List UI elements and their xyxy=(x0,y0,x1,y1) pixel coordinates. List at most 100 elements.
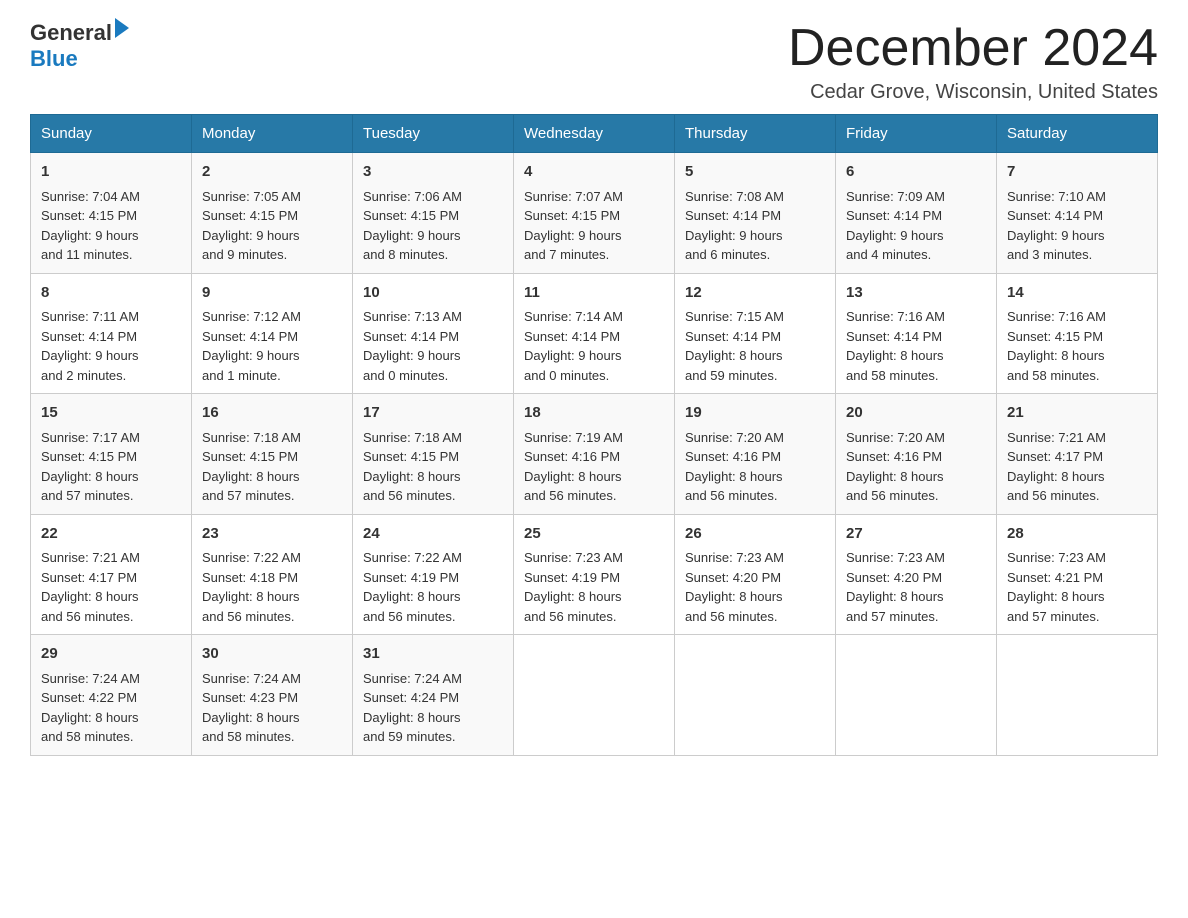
day-number: 31 xyxy=(363,643,503,666)
day-info: Sunrise: 7:19 AMSunset: 4:16 PMDaylight:… xyxy=(524,430,623,504)
calendar-cell: 30 Sunrise: 7:24 AMSunset: 4:23 PMDayligh… xyxy=(192,635,353,756)
calendar-week-row: 29 Sunrise: 7:24 AMSunset: 4:22 PMDayligh… xyxy=(31,635,1158,756)
day-info: Sunrise: 7:22 AMSunset: 4:19 PMDaylight:… xyxy=(363,550,462,624)
day-number: 25 xyxy=(524,523,664,546)
day-info: Sunrise: 7:16 AMSunset: 4:15 PMDaylight:… xyxy=(1007,309,1106,383)
calendar-cell: 23 Sunrise: 7:22 AMSunset: 4:18 PMDayligh… xyxy=(192,514,353,635)
calendar-cell: 6 Sunrise: 7:09 AMSunset: 4:14 PMDaylight… xyxy=(836,153,997,274)
calendar-cell: 5 Sunrise: 7:08 AMSunset: 4:14 PMDaylight… xyxy=(675,153,836,274)
day-number: 7 xyxy=(1007,161,1147,184)
calendar-week-row: 1Sunrise: 7:04 AMSunset: 4:15 PMDaylight… xyxy=(31,153,1158,274)
day-info: Sunrise: 7:16 AMSunset: 4:14 PMDaylight:… xyxy=(846,309,945,383)
calendar-cell: 9 Sunrise: 7:12 AMSunset: 4:14 PMDaylight… xyxy=(192,273,353,394)
day-number: 2 xyxy=(202,161,342,184)
calendar-cell: 29 Sunrise: 7:24 AMSunset: 4:22 PMDayligh… xyxy=(31,635,192,756)
day-number: 18 xyxy=(524,402,664,425)
page-header: General Blue December 2024 Cedar Grove, … xyxy=(30,20,1158,104)
day-info: Sunrise: 7:06 AMSunset: 4:15 PMDaylight:… xyxy=(363,189,462,263)
month-title: December 2024 xyxy=(788,20,1158,77)
calendar-week-row: 15Sunrise: 7:17 AMSunset: 4:15 PMDayligh… xyxy=(31,394,1158,515)
day-info: Sunrise: 7:15 AMSunset: 4:14 PMDaylight:… xyxy=(685,309,784,383)
calendar-cell xyxy=(997,635,1158,756)
day-of-week-header: Saturday xyxy=(997,115,1158,153)
calendar-cell: 4 Sunrise: 7:07 AMSunset: 4:15 PMDaylight… xyxy=(514,153,675,274)
day-number: 10 xyxy=(363,282,503,305)
day-number: 14 xyxy=(1007,282,1147,305)
day-number: 22 xyxy=(41,523,181,546)
calendar-cell: 13 Sunrise: 7:16 AMSunset: 4:14 PMDayligh… xyxy=(836,273,997,394)
day-number: 29 xyxy=(41,643,181,666)
day-number: 12 xyxy=(685,282,825,305)
day-number: 21 xyxy=(1007,402,1147,425)
calendar-cell xyxy=(836,635,997,756)
calendar-cell: 16Sunrise: 7:18 AMSunset: 4:15 PMDayligh… xyxy=(192,394,353,515)
calendar-cell: 3 Sunrise: 7:06 AMSunset: 4:15 PMDaylight… xyxy=(353,153,514,274)
day-info: Sunrise: 7:24 AMSunset: 4:24 PMDaylight:… xyxy=(363,671,462,745)
logo-text-general: General xyxy=(30,20,112,46)
logo-arrow-icon xyxy=(115,18,129,38)
calendar-cell: 1Sunrise: 7:04 AMSunset: 4:15 PMDaylight… xyxy=(31,153,192,274)
day-info: Sunrise: 7:12 AMSunset: 4:14 PMDaylight:… xyxy=(202,309,301,383)
calendar-cell: 24 Sunrise: 7:22 AMSunset: 4:19 PMDayligh… xyxy=(353,514,514,635)
calendar-header-row: SundayMondayTuesdayWednesdayThursdayFrid… xyxy=(31,115,1158,153)
logo: General Blue xyxy=(30,20,129,72)
calendar-cell: 18 Sunrise: 7:19 AMSunset: 4:16 PMDayligh… xyxy=(514,394,675,515)
day-of-week-header: Tuesday xyxy=(353,115,514,153)
day-number: 16 xyxy=(202,402,342,425)
day-info: Sunrise: 7:05 AMSunset: 4:15 PMDaylight:… xyxy=(202,189,301,263)
day-info: Sunrise: 7:10 AMSunset: 4:14 PMDaylight:… xyxy=(1007,189,1106,263)
calendar-cell: 8Sunrise: 7:11 AMSunset: 4:14 PMDaylight… xyxy=(31,273,192,394)
calendar-cell: 31 Sunrise: 7:24 AMSunset: 4:24 PMDayligh… xyxy=(353,635,514,756)
day-number: 30 xyxy=(202,643,342,666)
day-number: 13 xyxy=(846,282,986,305)
day-info: Sunrise: 7:24 AMSunset: 4:22 PMDaylight:… xyxy=(41,671,140,745)
day-info: Sunrise: 7:21 AMSunset: 4:17 PMDaylight:… xyxy=(41,550,140,624)
calendar-cell: 7 Sunrise: 7:10 AMSunset: 4:14 PMDaylight… xyxy=(997,153,1158,274)
day-number: 24 xyxy=(363,523,503,546)
day-number: 4 xyxy=(524,161,664,184)
calendar-cell: 2 Sunrise: 7:05 AMSunset: 4:15 PMDaylight… xyxy=(192,153,353,274)
day-info: Sunrise: 7:23 AMSunset: 4:20 PMDaylight:… xyxy=(846,550,945,624)
calendar-cell xyxy=(675,635,836,756)
day-info: Sunrise: 7:04 AMSunset: 4:15 PMDaylight:… xyxy=(41,189,140,263)
day-info: Sunrise: 7:09 AMSunset: 4:14 PMDaylight:… xyxy=(846,189,945,263)
calendar-table: SundayMondayTuesdayWednesdayThursdayFrid… xyxy=(30,114,1158,756)
day-number: 17 xyxy=(363,402,503,425)
calendar-cell: 20 Sunrise: 7:20 AMSunset: 4:16 PMDayligh… xyxy=(836,394,997,515)
calendar-cell: 25Sunrise: 7:23 AMSunset: 4:19 PMDayligh… xyxy=(514,514,675,635)
day-number: 23 xyxy=(202,523,342,546)
location-subtitle: Cedar Grove, Wisconsin, United States xyxy=(788,81,1158,104)
day-info: Sunrise: 7:13 AMSunset: 4:14 PMDaylight:… xyxy=(363,309,462,383)
day-info: Sunrise: 7:11 AMSunset: 4:14 PMDaylight:… xyxy=(41,309,139,383)
calendar-cell: 14 Sunrise: 7:16 AMSunset: 4:15 PMDayligh… xyxy=(997,273,1158,394)
calendar-cell: 27Sunrise: 7:23 AMSunset: 4:20 PMDayligh… xyxy=(836,514,997,635)
day-of-week-header: Sunday xyxy=(31,115,192,153)
day-number: 20 xyxy=(846,402,986,425)
day-number: 9 xyxy=(202,282,342,305)
calendar-cell: 11Sunrise: 7:14 AMSunset: 4:14 PMDayligh… xyxy=(514,273,675,394)
day-number: 5 xyxy=(685,161,825,184)
calendar-week-row: 8Sunrise: 7:11 AMSunset: 4:14 PMDaylight… xyxy=(31,273,1158,394)
calendar-cell: 22 Sunrise: 7:21 AMSunset: 4:17 PMDayligh… xyxy=(31,514,192,635)
calendar-cell: 10 Sunrise: 7:13 AMSunset: 4:14 PMDayligh… xyxy=(353,273,514,394)
day-info: Sunrise: 7:08 AMSunset: 4:14 PMDaylight:… xyxy=(685,189,784,263)
day-number: 6 xyxy=(846,161,986,184)
day-info: Sunrise: 7:24 AMSunset: 4:23 PMDaylight:… xyxy=(202,671,301,745)
day-number: 28 xyxy=(1007,523,1147,546)
day-info: Sunrise: 7:22 AMSunset: 4:18 PMDaylight:… xyxy=(202,550,301,624)
day-of-week-header: Wednesday xyxy=(514,115,675,153)
calendar-cell: 19Sunrise: 7:20 AMSunset: 4:16 PMDayligh… xyxy=(675,394,836,515)
day-info: Sunrise: 7:23 AMSunset: 4:21 PMDaylight:… xyxy=(1007,550,1106,624)
day-of-week-header: Monday xyxy=(192,115,353,153)
calendar-cell: 17 Sunrise: 7:18 AMSunset: 4:15 PMDayligh… xyxy=(353,394,514,515)
logo-text-blue: Blue xyxy=(30,46,129,72)
calendar-week-row: 22 Sunrise: 7:21 AMSunset: 4:17 PMDayligh… xyxy=(31,514,1158,635)
day-of-week-header: Friday xyxy=(836,115,997,153)
day-info: Sunrise: 7:20 AMSunset: 4:16 PMDaylight:… xyxy=(846,430,945,504)
day-number: 3 xyxy=(363,161,503,184)
day-info: Sunrise: 7:18 AMSunset: 4:15 PMDaylight:… xyxy=(363,430,462,504)
day-info: Sunrise: 7:07 AMSunset: 4:15 PMDaylight:… xyxy=(524,189,623,263)
day-info: Sunrise: 7:20 AMSunset: 4:16 PMDaylight:… xyxy=(685,430,784,504)
calendar-cell: 15Sunrise: 7:17 AMSunset: 4:15 PMDayligh… xyxy=(31,394,192,515)
day-info: Sunrise: 7:17 AMSunset: 4:15 PMDaylight:… xyxy=(41,430,140,504)
